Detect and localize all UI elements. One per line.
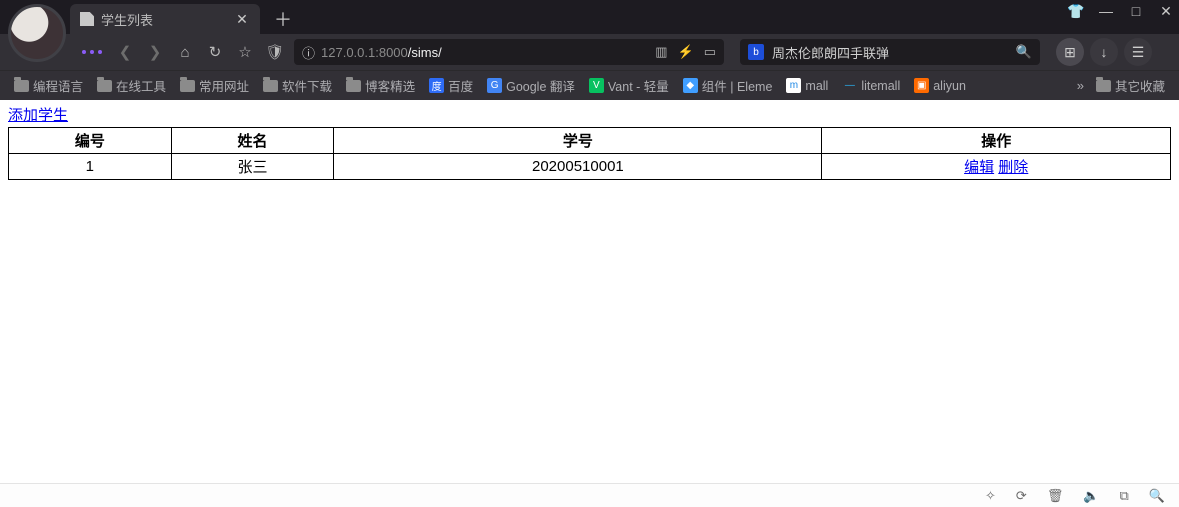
cell-id: 1 [9, 154, 172, 180]
students-table: 编号 姓名 学号 操作 1张三20200510001编辑 删除 [8, 127, 1171, 180]
cell-ops: 编辑 删除 [822, 154, 1171, 180]
page-content: 添加学生 编号 姓名 学号 操作 1张三20200510001编辑 删除 [0, 100, 1179, 483]
profile-avatar[interactable] [8, 4, 66, 62]
favicon-icon: G [487, 78, 502, 93]
url-input[interactable]: ⓘ 127.0.0.1:8000/sims/ ▥ ⚡ ▭ [294, 39, 724, 65]
bookmark-label: 组件 | Eleme [702, 76, 773, 95]
search-input[interactable] [770, 44, 1010, 61]
bookmark-item[interactable]: ▣ aliyun [910, 76, 970, 95]
status-window-icon[interactable]: ⧉ [1120, 488, 1129, 504]
menu-button[interactable]: ☰ [1124, 38, 1152, 66]
reader-icon[interactable]: ▭ [704, 44, 716, 60]
bookmark-label: 编程语言 [33, 76, 83, 95]
new-tab-button[interactable]: ＋ [270, 6, 296, 32]
add-student-link[interactable]: 添加学生 [8, 107, 68, 124]
col-name: 姓名 [171, 128, 334, 154]
folder-icon [14, 80, 29, 92]
bookmark-item[interactable]: 编程语言 [10, 74, 87, 97]
forward-button[interactable]: ❯ [144, 41, 166, 63]
bookmark-label: mall [805, 79, 828, 93]
tab-title: 学生列表 [101, 10, 153, 29]
bookmark-item[interactable]: 博客精选 [342, 74, 419, 97]
back-button[interactable]: ❮ [114, 41, 136, 63]
reload-button[interactable]: ↻ [204, 41, 226, 63]
bookmark-item[interactable]: — litemall [838, 76, 904, 95]
bookmark-item[interactable]: V Vant - 轻量 [585, 74, 673, 97]
file-icon [80, 12, 94, 26]
maximize-button[interactable]: □ [1129, 4, 1143, 18]
customize-icon[interactable]: 👕 [1069, 4, 1083, 18]
search-engine-icon: b [748, 44, 764, 60]
status-bar: ✧ ⟳ 🗑 🔈 ⧉ 🔍 [0, 483, 1179, 507]
home-button[interactable]: ⌂ [174, 41, 196, 63]
status-icon-2[interactable]: ⟳ [1016, 488, 1027, 504]
search-icon[interactable]: 🔍 [1016, 44, 1032, 60]
edit-link[interactable]: 编辑 [964, 159, 994, 176]
bookmark-item[interactable]: 度百度 [425, 74, 477, 97]
status-search-icon[interactable]: 🔍 [1149, 488, 1165, 504]
qr-icon[interactable]: ▥ [655, 44, 667, 60]
folder-icon [346, 80, 361, 92]
bookmarks-other-label: 其它收藏 [1115, 76, 1165, 95]
toolbar-right: ⊞ ↓ ☰ [1056, 38, 1152, 66]
url-host: 127.0.0.1 [321, 45, 375, 60]
close-tab-button[interactable]: ✕ [234, 11, 250, 27]
favicon-icon: m [786, 78, 801, 93]
bookmark-label: 百度 [448, 76, 473, 95]
status-trash-icon[interactable]: 🗑 [1047, 488, 1064, 504]
bookmark-item[interactable]: 在线工具 [93, 74, 170, 97]
bookmark-label: 常用网址 [199, 76, 249, 95]
close-window-button[interactable]: ✕ [1159, 4, 1173, 18]
url-path: /sims/ [408, 45, 442, 60]
minimize-button[interactable]: — [1099, 4, 1113, 18]
table-header-row: 编号 姓名 学号 操作 [9, 128, 1171, 154]
bookmark-label: litemall [861, 79, 900, 93]
nav-dots-icon[interactable] [82, 50, 102, 54]
search-box[interactable]: b 🔍 [740, 39, 1040, 65]
favicon-icon: ▣ [914, 78, 929, 93]
folder-icon [1096, 80, 1111, 92]
favicon-icon: — [842, 78, 857, 93]
favicon-icon: ◆ [683, 78, 698, 93]
col-id: 编号 [9, 128, 172, 154]
tab-strip: 学生列表 ✕ ＋ 👕 — □ ✕ [0, 0, 1179, 34]
bookmark-item[interactable]: ◆ 组件 | Eleme [679, 74, 777, 97]
bookmark-label: 在线工具 [116, 76, 166, 95]
bookmark-label: Vant - 轻量 [608, 76, 669, 95]
col-stno: 学号 [334, 128, 822, 154]
folder-icon [263, 80, 278, 92]
downloads-button[interactable]: ↓ [1090, 38, 1118, 66]
bookmark-item[interactable]: mmall [782, 76, 832, 95]
bookmark-label: Google 翻译 [506, 76, 575, 95]
folder-icon [97, 80, 112, 92]
status-sound-icon[interactable]: 🔈 [1083, 488, 1099, 504]
bookmarks-other-folder[interactable]: 其它收藏 [1092, 74, 1169, 97]
bookmark-item[interactable]: 常用网址 [176, 74, 253, 97]
browser-tab[interactable]: 学生列表 ✕ [70, 4, 260, 34]
address-toolbar: ❮ ❯ ⌂ ↻ ☆ 🛡 ⓘ 127.0.0.1:8000/sims/ ▥ ⚡ ▭… [0, 34, 1179, 70]
delete-link[interactable]: 删除 [998, 159, 1028, 176]
table-row: 1张三20200510001编辑 删除 [9, 154, 1171, 180]
cell-name: 张三 [171, 154, 334, 180]
bookmark-item[interactable]: 软件下载 [259, 74, 336, 97]
bookmark-star-button[interactable]: ☆ [234, 41, 256, 63]
apps-grid-button[interactable]: ⊞ [1056, 38, 1084, 66]
shield-button[interactable]: 🛡 [264, 41, 286, 63]
bookmark-label: aliyun [933, 79, 966, 93]
flash-icon[interactable]: ⚡ [678, 44, 694, 60]
site-info-icon[interactable]: ⓘ [302, 43, 315, 62]
cell-stno: 20200510001 [334, 154, 822, 180]
bookmarks-overflow-button[interactable]: » [1077, 78, 1084, 93]
favicon-icon: V [589, 78, 604, 93]
folder-icon [180, 80, 195, 92]
bookmark-item[interactable]: G Google 翻译 [483, 74, 579, 97]
window-controls: 👕 — □ ✕ [1069, 4, 1173, 18]
favicon-icon: 度 [429, 78, 444, 93]
bookmark-label: 博客精选 [365, 76, 415, 95]
col-ops: 操作 [822, 128, 1171, 154]
bookmarks-bar: 编程语言 在线工具 常用网址 软件下载 博客精选度百度 G Google 翻译 V Vant -… [0, 70, 1179, 100]
url-port: :8000 [375, 45, 408, 60]
status-icon-1[interactable]: ✧ [985, 488, 996, 504]
bookmark-label: 软件下载 [282, 76, 332, 95]
